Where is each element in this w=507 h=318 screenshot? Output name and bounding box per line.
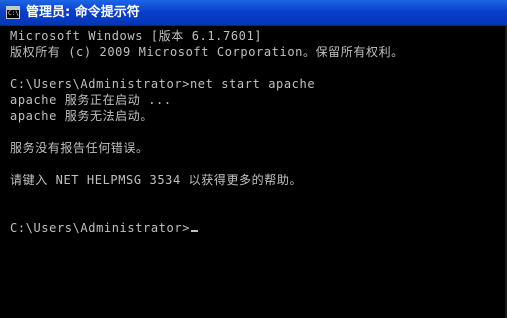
console-line: 服务没有报告任何错误。 — [10, 141, 149, 155]
prompt-line[interactable]: C:\Users\Administrator> — [10, 220, 507, 236]
console-line: 版权所有 (c) 2009 Microsoft Corporation。保留所有… — [10, 45, 404, 59]
console-line: Microsoft Windows [版本 6.1.7601] — [10, 29, 263, 43]
window-title: 管理员: 命令提示符 — [26, 5, 140, 20]
console-output[interactable]: Microsoft Windows [版本 6.1.7601] 版权所有 (c)… — [10, 28, 507, 318]
title-bar[interactable]: 管理员: 命令提示符 — [0, 0, 507, 26]
command-prompt-window: 管理员: 命令提示符 Microsoft Windows [版本 6.1.760… — [0, 0, 507, 318]
console-line: apache 服务无法启动。 — [10, 109, 153, 123]
console-line: apache 服务正在启动 ... — [10, 93, 172, 107]
command-prompt: C:\Users\Administrator> — [10, 221, 190, 235]
console-line: 请键入 NET HELPMSG 3534 以获得更多的帮助。 — [10, 173, 303, 187]
text-cursor — [190, 230, 198, 232]
console-icon[interactable] — [6, 6, 20, 19]
console-line: C:\Users\Administrator>net start apache — [10, 77, 316, 91]
